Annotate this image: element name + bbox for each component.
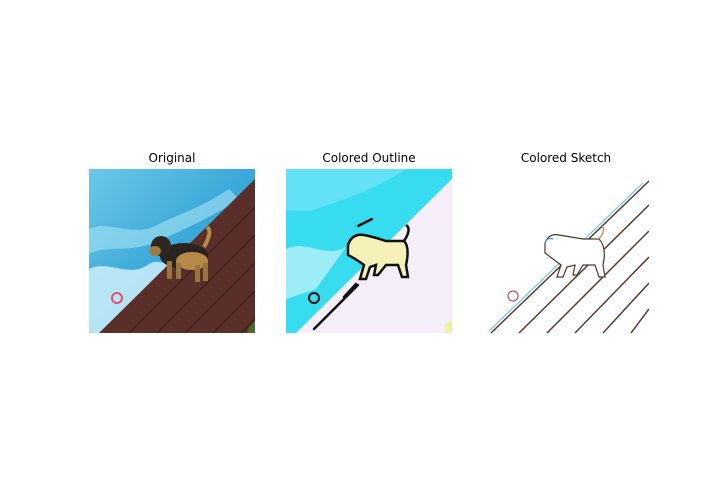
panel-title-original: Original <box>148 151 196 165</box>
colored-outline-image <box>286 169 452 333</box>
colored-sketch-image <box>483 169 649 333</box>
original-image <box>89 169 255 333</box>
panel-title-colored-outline: Colored Outline <box>322 151 416 165</box>
panel-title-colored-sketch: Colored Sketch <box>520 151 612 165</box>
